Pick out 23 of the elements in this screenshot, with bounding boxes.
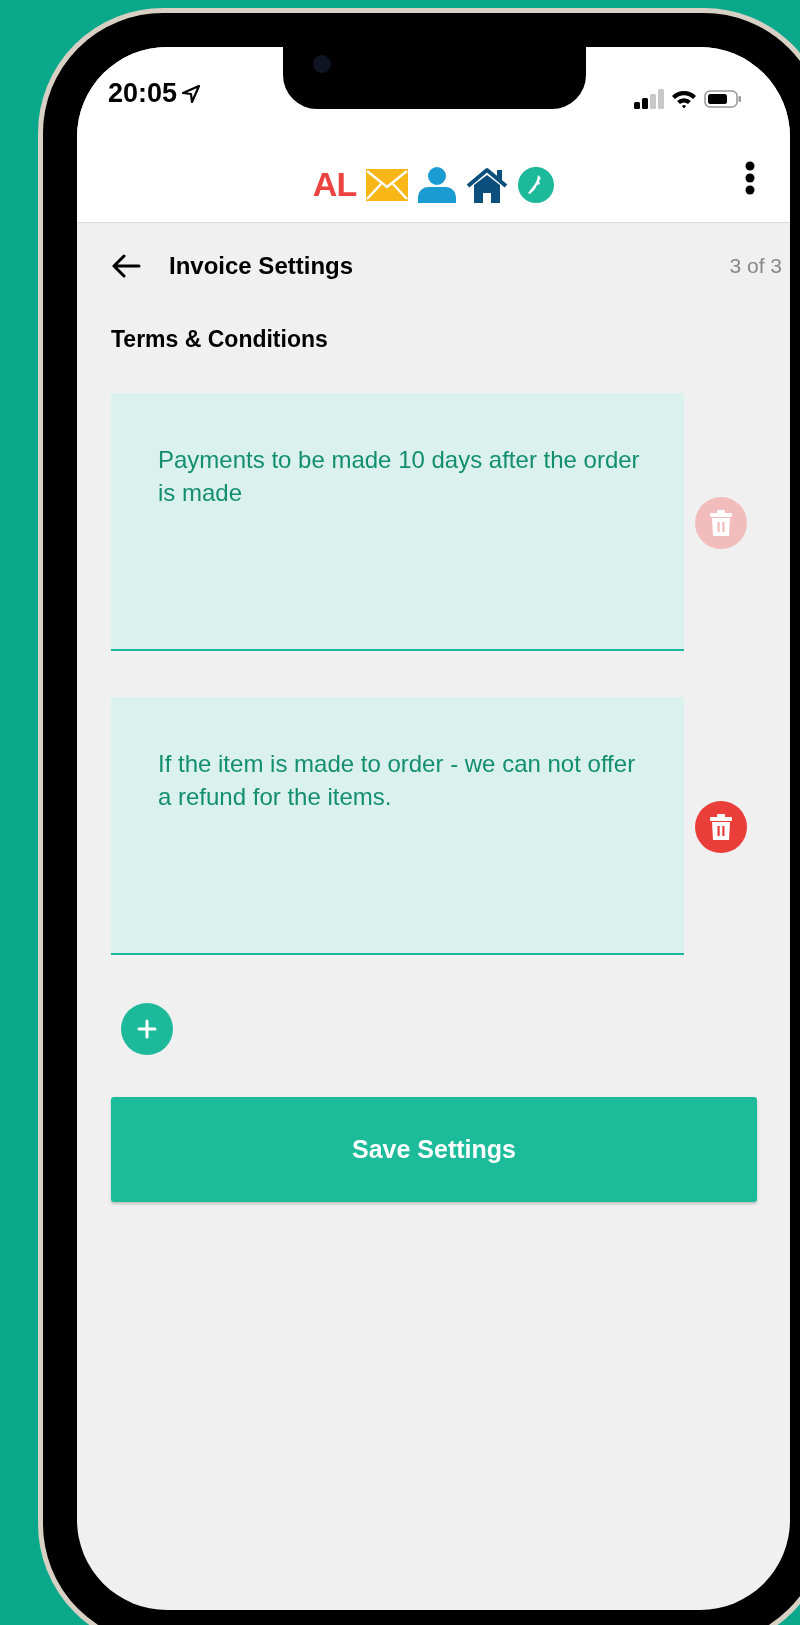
add-term-button[interactable] bbox=[121, 1003, 173, 1055]
battery-icon bbox=[704, 89, 742, 109]
map-icon[interactable] bbox=[518, 166, 555, 203]
person-icon[interactable] bbox=[418, 166, 457, 203]
trash-icon bbox=[710, 814, 732, 840]
trash-icon bbox=[710, 510, 732, 536]
back-arrow-icon[interactable] bbox=[111, 254, 141, 278]
location-arrow-icon bbox=[181, 83, 202, 104]
delete-button[interactable] bbox=[695, 801, 747, 853]
term-field[interactable]: If the item is made to order - we can not offer a refund for the items. bbox=[111, 697, 684, 955]
term-field[interactable]: Payments to be made 10 days after the order is made bbox=[111, 393, 684, 651]
section-title: Terms & Conditions bbox=[111, 326, 329, 353]
page-title: Invoice Settings bbox=[169, 252, 355, 280]
signal-icon bbox=[634, 89, 664, 109]
envelope-icon[interactable] bbox=[366, 168, 409, 201]
plus-icon bbox=[137, 1019, 157, 1039]
more-menu-icon[interactable] bbox=[745, 161, 755, 195]
wifi-icon bbox=[671, 89, 697, 109]
house-icon[interactable] bbox=[466, 166, 509, 203]
logo-text: AL bbox=[312, 165, 357, 204]
save-settings-button[interactable]: Save Settings bbox=[111, 1097, 757, 1202]
step-counter: 3 of 3 bbox=[729, 254, 782, 278]
status-time: 20:05 bbox=[108, 78, 178, 109]
